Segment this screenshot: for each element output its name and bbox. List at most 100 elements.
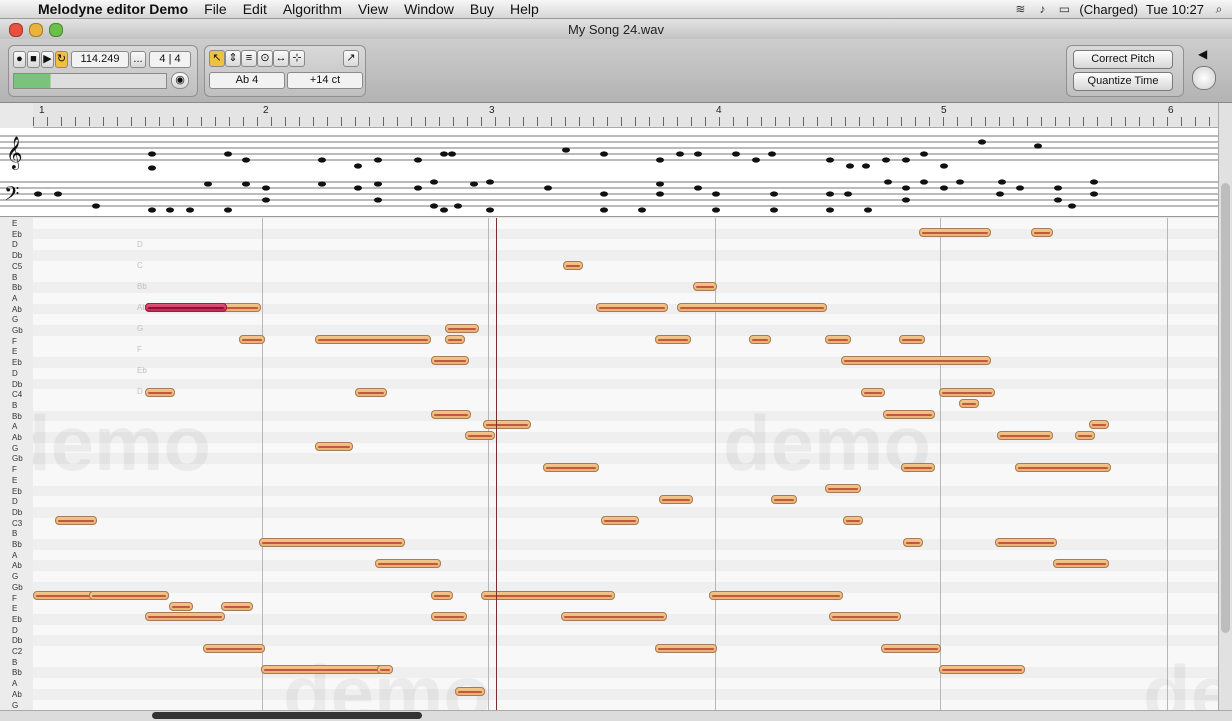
note-blob[interactable]: [315, 442, 353, 451]
note-blob[interactable]: [861, 388, 885, 397]
note-blob[interactable]: [465, 431, 495, 440]
note-blob[interactable]: [259, 538, 405, 547]
quantize-time-button[interactable]: Quantize Time: [1073, 72, 1173, 91]
note-blob[interactable]: [829, 612, 901, 621]
note-blob[interactable]: [841, 356, 991, 365]
note-blob[interactable]: [239, 335, 265, 344]
note-blob[interactable]: [261, 665, 387, 674]
loop-button[interactable]: ↻: [55, 51, 68, 68]
note-blob[interactable]: [881, 644, 941, 653]
note-blob[interactable]: [169, 602, 193, 611]
tempo-field[interactable]: 114.249: [71, 51, 129, 68]
note-blob[interactable]: [655, 335, 691, 344]
stop-button[interactable]: ■: [27, 51, 40, 68]
note-blob[interactable]: [901, 463, 935, 472]
volume-knob[interactable]: [1192, 66, 1216, 90]
note-blob[interactable]: [431, 356, 469, 365]
play-button[interactable]: ▶: [41, 51, 54, 68]
note-blob[interactable]: [693, 282, 717, 291]
note-blob[interactable]: [1031, 228, 1053, 237]
note-blob[interactable]: [377, 665, 393, 674]
horizontal-scroll-thumb[interactable]: [152, 712, 422, 719]
note-blob[interactable]: [145, 388, 175, 397]
spotlight-icon[interactable]: ⌕: [1212, 2, 1226, 17]
note-blob[interactable]: [1075, 431, 1095, 440]
note-blob[interactable]: [431, 612, 467, 621]
note-blob[interactable]: [997, 431, 1053, 440]
note-blob[interactable]: [919, 228, 991, 237]
note-blob[interactable]: [899, 335, 925, 344]
note-blob[interactable]: [843, 516, 863, 525]
note-blob[interactable]: [677, 303, 827, 312]
note-editor-grid[interactable]: demo demo demo demo DCBbAbGFEbD: [33, 218, 1218, 710]
note-blob[interactable]: [596, 303, 668, 312]
note-blob[interactable]: [375, 559, 441, 568]
vertical-scroll-thumb[interactable]: [1221, 183, 1230, 633]
wifi-icon[interactable]: ≋: [1013, 2, 1027, 16]
correct-pitch-button[interactable]: Correct Pitch: [1073, 50, 1173, 69]
menu-edit[interactable]: Edit: [235, 1, 275, 17]
note-blob[interactable]: [825, 335, 851, 344]
note-blob[interactable]: [481, 591, 615, 600]
note-blob[interactable]: [655, 644, 717, 653]
note-blob[interactable]: [825, 484, 861, 493]
cents-readout[interactable]: +14 ct: [287, 72, 363, 89]
note-blob[interactable]: [995, 538, 1057, 547]
main-tool-icon[interactable]: ↖: [209, 50, 225, 67]
formant-tool-icon[interactable]: ≡: [241, 50, 257, 67]
note-blob[interactable]: [431, 591, 453, 600]
output-icon[interactable]: ◉: [171, 72, 189, 89]
note-blob[interactable]: [903, 538, 923, 547]
note-blob[interactable]: [315, 335, 431, 344]
note-blob[interactable]: [355, 388, 387, 397]
note-blob[interactable]: [1053, 559, 1109, 568]
note-blob[interactable]: [659, 495, 693, 504]
note-blob[interactable]: [1015, 463, 1111, 472]
time-signature-field[interactable]: 4 | 4: [149, 51, 191, 68]
volume-icon[interactable]: ♪: [1035, 2, 1049, 16]
note-blob[interactable]: [601, 516, 639, 525]
note-blob[interactable]: [431, 410, 471, 419]
note-blob[interactable]: [1089, 420, 1109, 429]
menu-view[interactable]: View: [350, 1, 396, 17]
tempo-more-button[interactable]: ...: [130, 51, 146, 68]
menu-window[interactable]: Window: [396, 1, 462, 17]
note-blob[interactable]: [483, 420, 531, 429]
note-blob[interactable]: [563, 261, 583, 270]
note-blob[interactable]: [55, 516, 97, 525]
note-blob[interactable]: [561, 612, 667, 621]
note-blob[interactable]: [445, 324, 479, 333]
amplitude-tool-icon[interactable]: ⊙: [257, 50, 273, 67]
menu-algorithm[interactable]: Algorithm: [275, 1, 350, 17]
note-blob[interactable]: [145, 612, 225, 621]
menu-app-name[interactable]: Melodyne editor Demo: [30, 1, 196, 17]
horizontal-scrollbar[interactable]: [0, 710, 1232, 721]
pitch-tool-icon[interactable]: ⇕: [225, 50, 241, 67]
note-blob[interactable]: [203, 644, 265, 653]
time-tool-icon[interactable]: ↔: [273, 50, 289, 67]
note-blob[interactable]: [939, 665, 1025, 674]
timeline-ruler[interactable]: 1 2 3 4 5 6: [33, 103, 1218, 128]
vertical-scrollbar[interactable]: [1218, 103, 1232, 710]
pitch-ruler[interactable]: E Eb D Db C5 B Bb A Ab G Gb F E Eb D Db C4 B Bb A Ab G Gb F E Eb D…: [0, 218, 34, 710]
note-blob[interactable]: [221, 602, 253, 611]
separation-tool-icon[interactable]: ⊹: [289, 50, 305, 67]
note-blob[interactable]: [959, 399, 979, 408]
note-blob[interactable]: [709, 591, 843, 600]
scroll-tool-icon[interactable]: ↗: [343, 50, 359, 67]
menu-buy[interactable]: Buy: [462, 1, 502, 17]
menu-help[interactable]: Help: [502, 1, 547, 17]
battery-status[interactable]: (Charged): [1079, 2, 1138, 17]
menu-clock[interactable]: Tue 10:27: [1146, 2, 1204, 17]
note-blob[interactable]: [749, 335, 771, 344]
menu-file[interactable]: File: [196, 1, 235, 17]
note-blob[interactable]: [455, 687, 485, 696]
pitch-readout[interactable]: Ab 4: [209, 72, 285, 89]
playhead-line[interactable]: [496, 218, 497, 710]
note-blob[interactable]: [771, 495, 797, 504]
note-blob[interactable]: [543, 463, 599, 472]
note-blob[interactable]: [445, 335, 465, 344]
selected-note-blob[interactable]: [145, 303, 227, 312]
note-blob[interactable]: [939, 388, 995, 397]
record-button[interactable]: ●: [13, 51, 26, 68]
